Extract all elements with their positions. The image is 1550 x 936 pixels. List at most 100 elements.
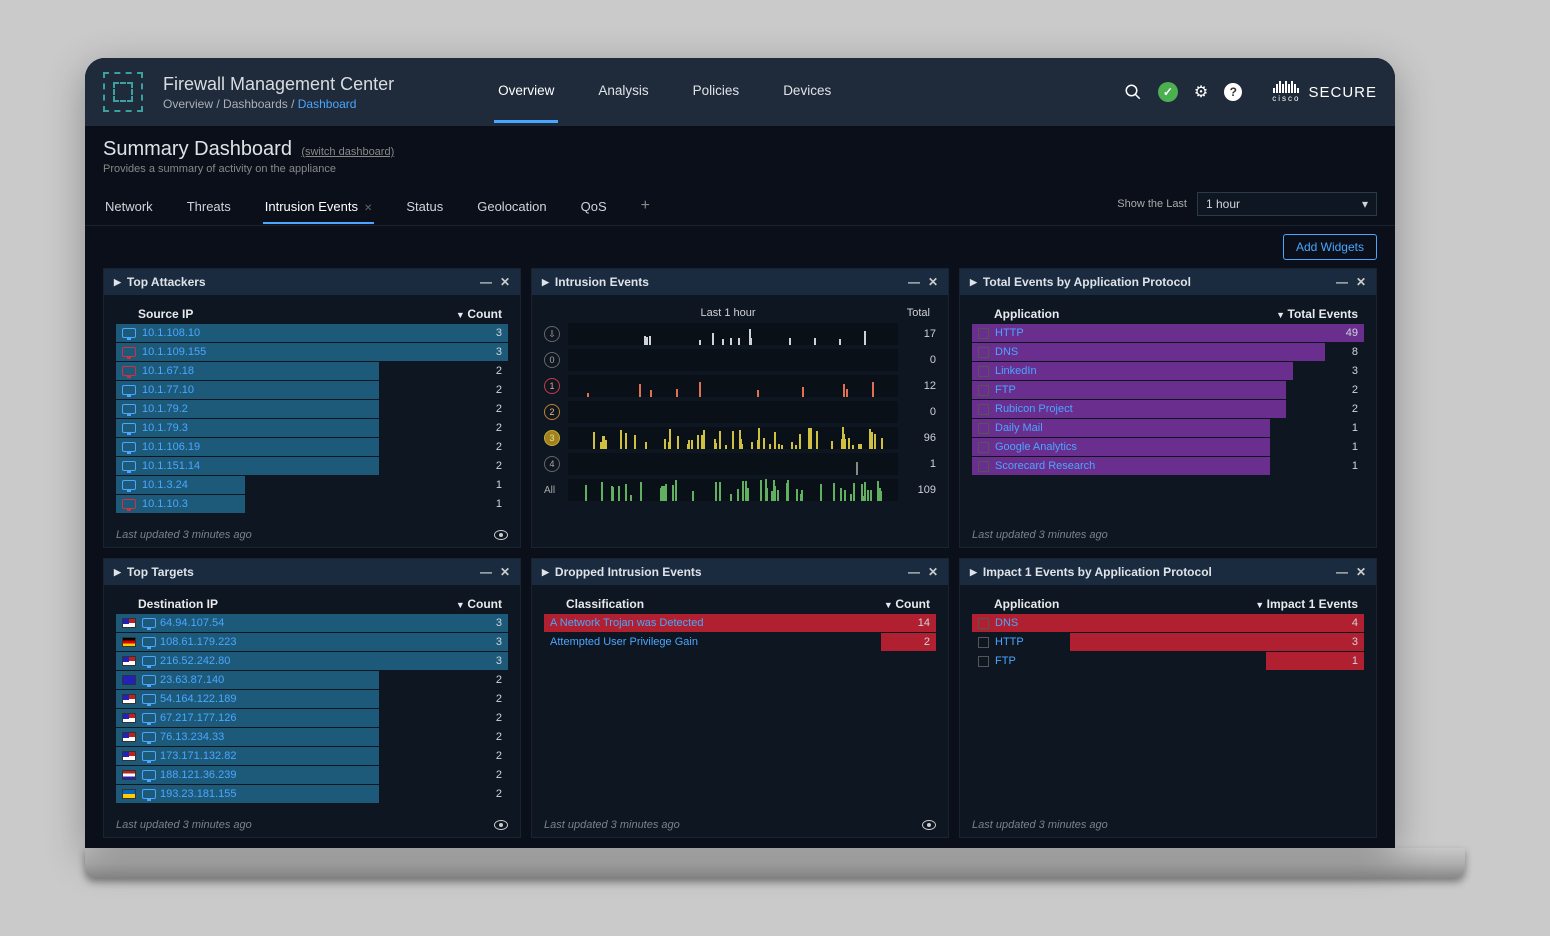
- destination-ip[interactable]: 64.94.107.54: [160, 617, 224, 629]
- checkbox[interactable]: [978, 404, 989, 415]
- caret-icon[interactable]: ▶: [542, 567, 549, 578]
- close-icon[interactable]: ✕: [500, 565, 510, 579]
- table-row[interactable]: HTTP3: [972, 633, 1364, 651]
- eye-icon[interactable]: [494, 530, 508, 540]
- table-row[interactable]: 10.1.3.241: [116, 476, 508, 494]
- application-name[interactable]: Daily Mail: [995, 422, 1043, 434]
- caret-icon[interactable]: ▶: [970, 567, 977, 578]
- col-count[interactable]: Count: [840, 597, 930, 611]
- checkbox[interactable]: [978, 328, 989, 339]
- close-icon[interactable]: ✕: [364, 203, 372, 214]
- checkbox[interactable]: [978, 385, 989, 396]
- destination-ip[interactable]: 188.121.36.239: [160, 769, 236, 781]
- source-ip[interactable]: 10.1.151.14: [142, 460, 200, 472]
- application-name[interactable]: Rubicon Project: [995, 403, 1073, 415]
- crumb-overview[interactable]: Overview: [163, 97, 213, 111]
- help-icon[interactable]: ?: [1224, 83, 1242, 101]
- checkbox[interactable]: [978, 442, 989, 453]
- destination-ip[interactable]: 108.61.179.223: [160, 636, 236, 648]
- checkbox[interactable]: [978, 347, 989, 358]
- time-filter-select[interactable]: 1 hour ▾: [1197, 192, 1377, 216]
- tab-threats[interactable]: Threats: [185, 191, 233, 224]
- application-name[interactable]: DNS: [995, 346, 1018, 358]
- crumb-dashboard[interactable]: Dashboard: [298, 97, 357, 111]
- minimize-icon[interactable]: —: [480, 275, 492, 289]
- application-name[interactable]: DNS: [995, 617, 1018, 629]
- table-row[interactable]: Attempted User Privilege Gain2: [544, 633, 936, 651]
- table-row[interactable]: 10.1.106.192: [116, 438, 508, 456]
- eye-icon[interactable]: [922, 820, 936, 830]
- table-row[interactable]: 64.94.107.543: [116, 614, 508, 632]
- checkbox[interactable]: [978, 656, 989, 667]
- deploy-status-icon[interactable]: [1158, 82, 1178, 102]
- checkbox[interactable]: [978, 423, 989, 434]
- source-ip[interactable]: 10.1.109.155: [142, 346, 206, 358]
- checkbox[interactable]: [978, 637, 989, 648]
- table-row[interactable]: 10.1.10.31: [116, 495, 508, 513]
- tab-status[interactable]: Status: [404, 191, 445, 224]
- table-row[interactable]: 10.1.77.102: [116, 381, 508, 399]
- minimize-icon[interactable]: —: [908, 275, 920, 289]
- destination-ip[interactable]: 216.52.242.80: [160, 655, 230, 667]
- breadcrumb[interactable]: Overview / Dashboards / Dashboard: [163, 97, 394, 111]
- destination-ip[interactable]: 76.13.234.33: [160, 731, 224, 743]
- table-row[interactable]: A Network Trojan was Detected14: [544, 614, 936, 632]
- table-row[interactable]: Rubicon Project2: [972, 400, 1364, 418]
- classification[interactable]: A Network Trojan was Detected: [550, 617, 703, 629]
- nav-devices[interactable]: Devices: [779, 61, 835, 123]
- table-row[interactable]: 188.121.36.2392: [116, 766, 508, 784]
- switch-dashboard-link[interactable]: (switch dashboard): [301, 146, 394, 158]
- tab-geolocation[interactable]: Geolocation: [475, 191, 548, 224]
- minimize-icon[interactable]: —: [1336, 565, 1348, 579]
- eye-icon[interactable]: [494, 820, 508, 830]
- table-row[interactable]: DNS4: [972, 614, 1364, 632]
- close-icon[interactable]: ✕: [928, 275, 938, 289]
- destination-ip[interactable]: 23.63.87.140: [160, 674, 224, 686]
- nav-overview[interactable]: Overview: [494, 61, 558, 123]
- classification[interactable]: Attempted User Privilege Gain: [550, 636, 698, 648]
- source-ip[interactable]: 10.1.79.2: [142, 403, 188, 415]
- table-row[interactable]: HTTP49: [972, 324, 1364, 342]
- minimize-icon[interactable]: —: [480, 565, 492, 579]
- table-row[interactable]: DNS8: [972, 343, 1364, 361]
- application-name[interactable]: HTTP: [995, 327, 1024, 339]
- table-row[interactable]: 23.63.87.1402: [116, 671, 508, 689]
- table-row[interactable]: 10.1.109.1553: [116, 343, 508, 361]
- col-destination-ip[interactable]: Destination IP: [122, 597, 412, 611]
- table-row[interactable]: FTP2: [972, 381, 1364, 399]
- checkbox[interactable]: [978, 618, 989, 629]
- caret-icon[interactable]: ▶: [114, 277, 121, 288]
- source-ip[interactable]: 10.1.79.3: [142, 422, 188, 434]
- table-row[interactable]: 10.1.79.22: [116, 400, 508, 418]
- table-row[interactable]: 10.1.67.182: [116, 362, 508, 380]
- table-row[interactable]: 108.61.179.2233: [116, 633, 508, 651]
- caret-icon[interactable]: ▶: [114, 567, 121, 578]
- add-widgets-button[interactable]: Add Widgets: [1283, 234, 1377, 260]
- table-row[interactable]: 76.13.234.332: [116, 728, 508, 746]
- table-row[interactable]: 193.23.181.1552: [116, 785, 508, 803]
- table-row[interactable]: 67.217.177.1262: [116, 709, 508, 727]
- destination-ip[interactable]: 173.171.132.82: [160, 750, 236, 762]
- crumb-dashboards[interactable]: Dashboards: [223, 97, 288, 111]
- table-row[interactable]: 54.164.122.1892: [116, 690, 508, 708]
- col-application[interactable]: Application: [978, 307, 1268, 321]
- close-icon[interactable]: ✕: [928, 565, 938, 579]
- col-application[interactable]: Application: [978, 597, 1238, 611]
- table-row[interactable]: Scorecard Research1: [972, 457, 1364, 475]
- tab-qos[interactable]: QoS: [579, 191, 609, 224]
- table-row[interactable]: Google Analytics1: [972, 438, 1364, 456]
- source-ip[interactable]: 10.1.108.10: [142, 327, 200, 339]
- col-classification[interactable]: Classification: [550, 597, 840, 611]
- close-icon[interactable]: ✕: [500, 275, 510, 289]
- caret-icon[interactable]: ▶: [542, 277, 549, 288]
- gear-icon[interactable]: ⚙: [1194, 82, 1208, 102]
- table-row[interactable]: LinkedIn3: [972, 362, 1364, 380]
- minimize-icon[interactable]: —: [908, 565, 920, 579]
- destination-ip[interactable]: 193.23.181.155: [160, 788, 236, 800]
- table-row[interactable]: 173.171.132.822: [116, 747, 508, 765]
- application-name[interactable]: Scorecard Research: [995, 460, 1095, 472]
- application-name[interactable]: Google Analytics: [995, 441, 1077, 453]
- source-ip[interactable]: 10.1.10.3: [142, 498, 188, 510]
- source-ip[interactable]: 10.1.67.18: [142, 365, 194, 377]
- table-row[interactable]: Daily Mail1: [972, 419, 1364, 437]
